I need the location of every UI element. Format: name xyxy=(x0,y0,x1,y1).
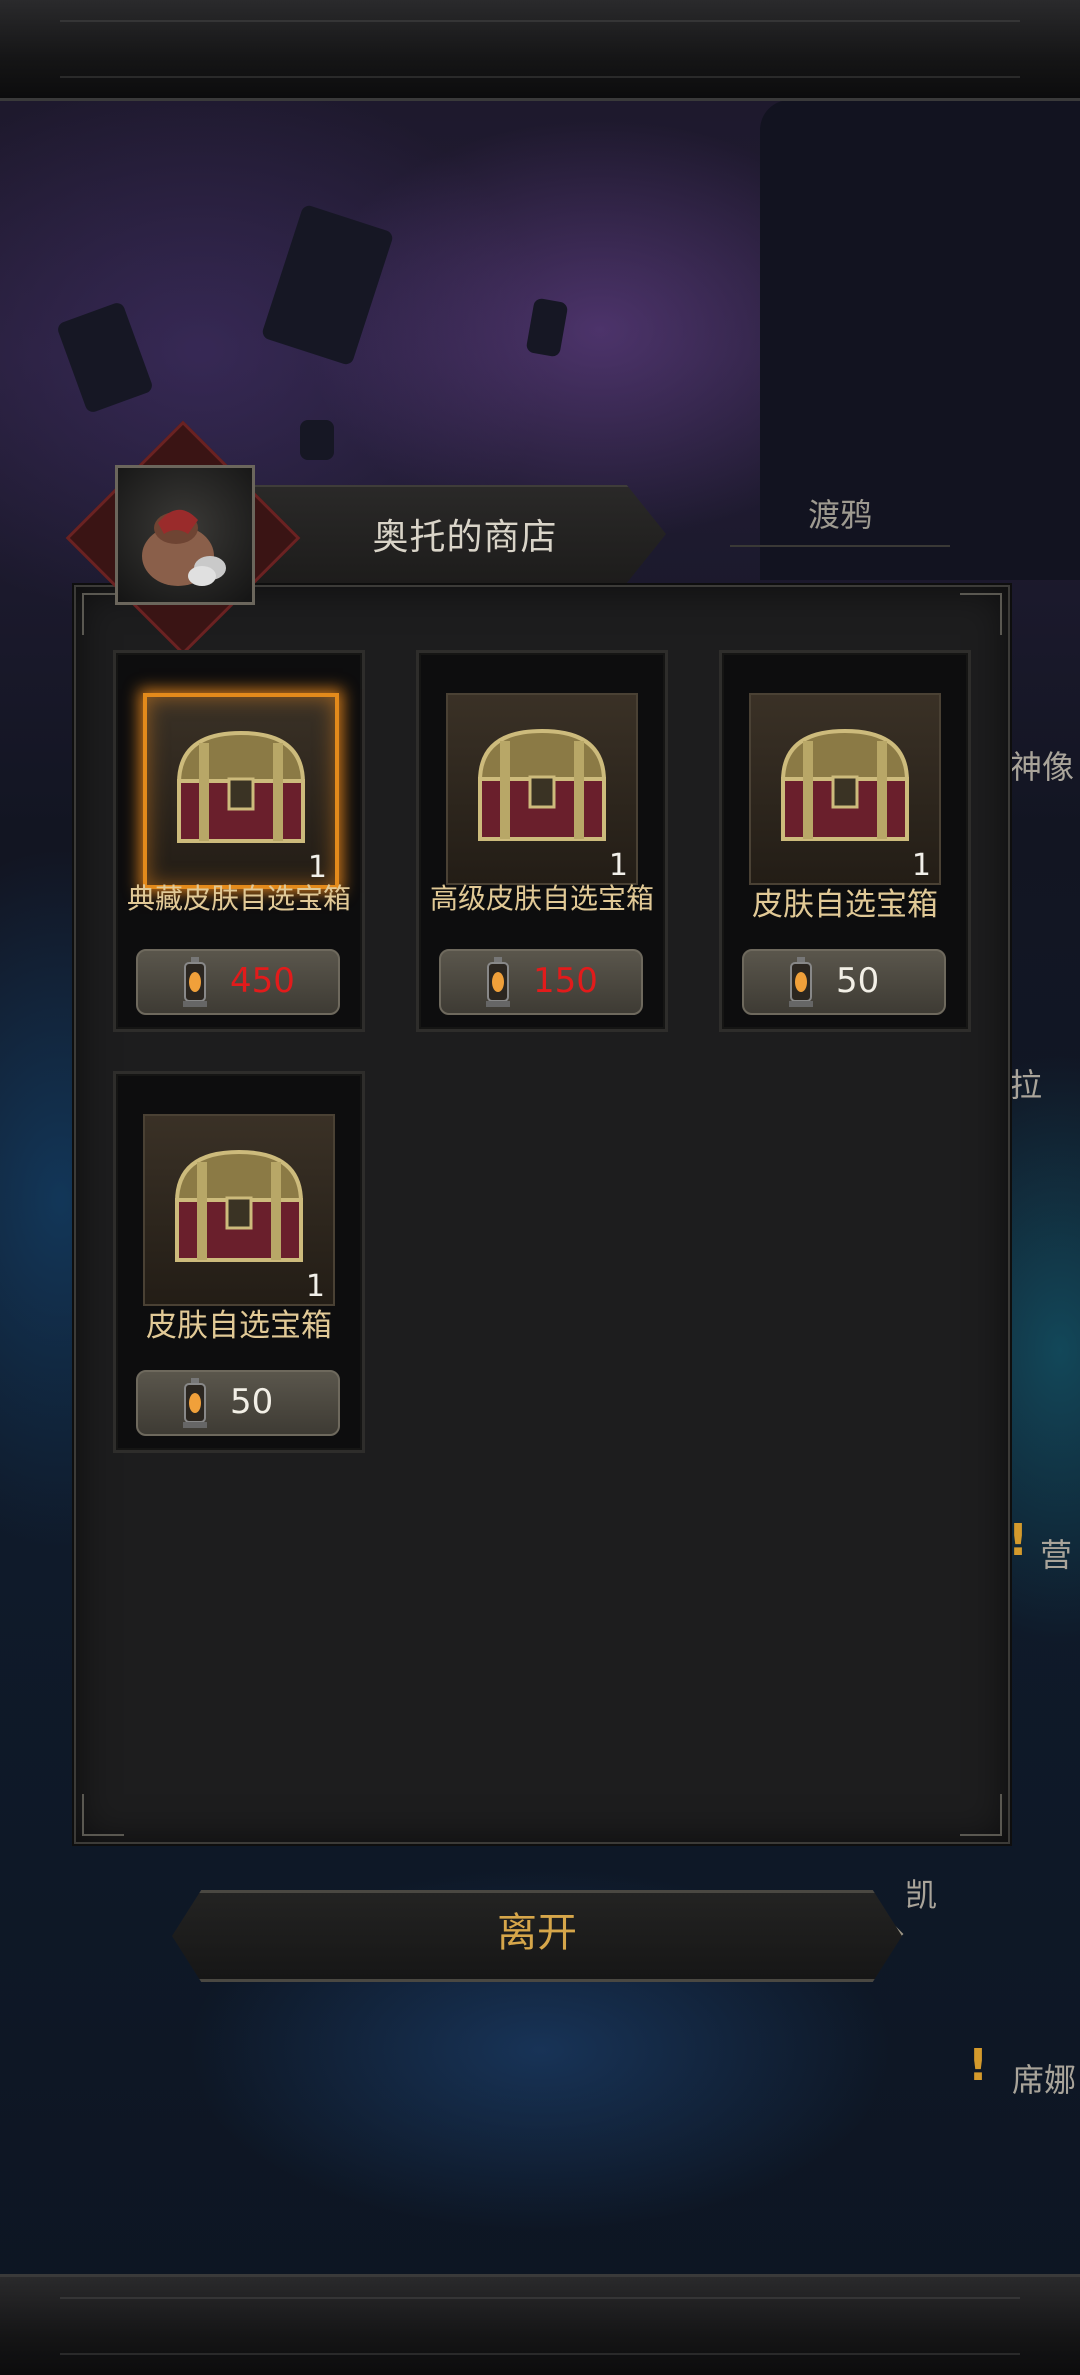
shop-item-card[interactable]: 1 皮肤自选宝箱 50 xyxy=(719,650,971,1032)
shop-item-card[interactable]: 1 高级皮肤自选宝箱 150 xyxy=(416,650,668,1032)
shop-item-card[interactable]: 1 典藏皮肤自选宝箱 450 xyxy=(113,650,365,1032)
treasure-chest-icon xyxy=(176,730,306,843)
quest-alert-icon: ! xyxy=(968,2040,989,2091)
floating-rock xyxy=(300,420,334,460)
item-icon: 1 xyxy=(143,1114,335,1306)
lantern-currency-icon xyxy=(183,957,207,1007)
lantern-currency-icon xyxy=(486,957,510,1007)
npc-label-kai[interactable]: 凯 xyxy=(905,1870,937,1916)
item-quantity: 1 xyxy=(305,1269,325,1304)
item-price: 150 xyxy=(533,961,598,1001)
top-frame xyxy=(0,0,1080,101)
item-icon: 1 xyxy=(749,693,941,885)
buy-price-button[interactable]: 150 xyxy=(439,949,643,1015)
leave-button[interactable]: 离开 xyxy=(172,1890,902,1976)
item-icon: 1 xyxy=(143,693,339,889)
item-name: 高级皮肤自选宝箱 xyxy=(429,882,654,915)
item-quantity: 1 xyxy=(608,848,628,883)
npc-label-la[interactable]: 拉 xyxy=(1010,1060,1042,1106)
item-name: 皮肤自选宝箱 xyxy=(752,887,938,923)
item-icon: 1 xyxy=(446,693,638,885)
item-quantity: 1 xyxy=(911,848,931,883)
lantern-currency-icon xyxy=(183,1378,207,1428)
item-name: 皮肤自选宝箱 xyxy=(146,1308,332,1344)
item-price: 50 xyxy=(230,1382,274,1422)
item-name: 典藏皮肤自选宝箱 xyxy=(126,882,351,915)
treasure-chest-icon xyxy=(174,1149,304,1262)
lantern-currency-icon xyxy=(789,957,813,1007)
item-price: 50 xyxy=(836,961,880,1001)
bottom-frame xyxy=(0,2274,1080,2375)
buy-price-button[interactable]: 50 xyxy=(136,1370,340,1436)
npc-label-statue[interactable]: 神像 xyxy=(1010,742,1074,788)
merchant-portrait xyxy=(115,465,255,605)
treasure-chest-icon xyxy=(477,728,607,841)
shop-title: 奥托的商店 xyxy=(372,517,558,558)
npc-label-camp[interactable]: 营 xyxy=(1040,1530,1072,1576)
treasure-chest-icon xyxy=(780,728,910,841)
quest-alert-icon: ! xyxy=(1008,1515,1029,1566)
item-price: 450 xyxy=(230,961,295,1001)
buy-price-button[interactable]: 450 xyxy=(136,949,340,1015)
item-quantity: 1 xyxy=(307,850,327,885)
buy-price-button[interactable]: 50 xyxy=(742,949,946,1015)
shop-item-card[interactable]: 1 皮肤自选宝箱 50 xyxy=(113,1071,365,1453)
tab-raven[interactable]: 渡鸦 xyxy=(730,485,950,547)
npc-label-xina[interactable]: 席娜 xyxy=(1012,2055,1076,2101)
